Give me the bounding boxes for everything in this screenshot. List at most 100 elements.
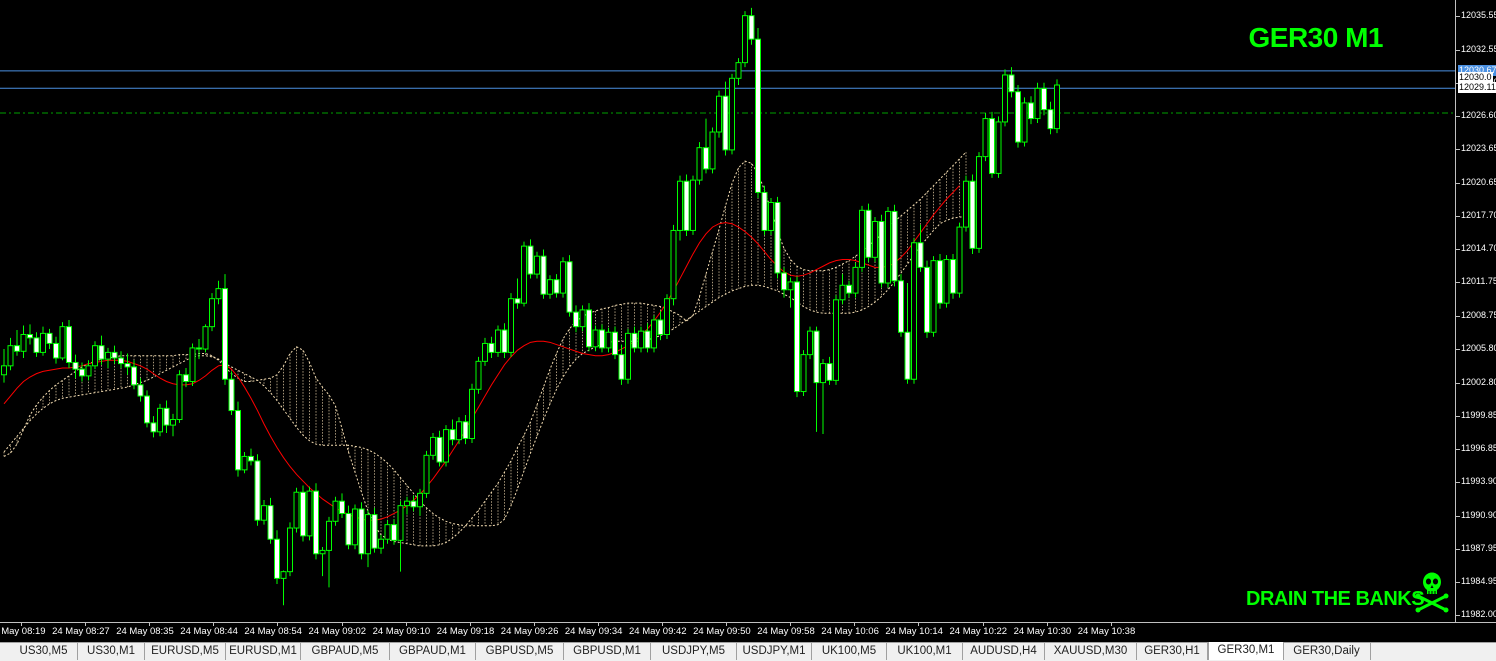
candle-body-bull xyxy=(521,245,527,304)
candle xyxy=(833,295,839,385)
price-tick-label: 12032.55 xyxy=(1461,43,1496,54)
candle-body-bear xyxy=(14,345,20,352)
candle-body-bull xyxy=(690,179,696,231)
chart-tab-us30-m5[interactable]: US30,M5 xyxy=(10,643,78,660)
candle xyxy=(150,416,157,438)
candle xyxy=(1028,96,1034,125)
price-tick-mark xyxy=(1456,316,1460,318)
candle-body-bull xyxy=(105,351,111,360)
candle xyxy=(813,326,820,432)
candle-body-bear xyxy=(586,309,592,348)
chart-tab-gbpaud-m5[interactable]: GBPAUD,M5 xyxy=(301,643,390,660)
chart-tab-uk100-m1[interactable]: UK100,M1 xyxy=(887,643,963,660)
candle-body-bear xyxy=(1008,74,1015,93)
candle-body-bull xyxy=(365,514,371,555)
price-axis[interactable]: 12035.5512032.5512029.6012026.6012023.65… xyxy=(1455,0,1496,622)
candle-body-bull xyxy=(189,347,196,382)
time-tick-label: 24 May 09:34 xyxy=(564,626,623,637)
candle-body-bear xyxy=(501,329,508,353)
candle-body-bear xyxy=(339,500,345,514)
chart-tab-xauusd-m30[interactable]: XAUUSD,M30 xyxy=(1045,643,1137,660)
chart-tab-usdjpy-m5[interactable]: USDJPY,M5 xyxy=(651,643,737,660)
chart-tab-gbpusd-m5[interactable]: GBPUSD,M5 xyxy=(476,643,564,660)
skull-crossbones-icon xyxy=(1415,572,1449,613)
time-axis[interactable]: 24 May 08:19 24 May 08:27 24 May 08:35 24 M… xyxy=(0,622,1496,642)
candle-body-bear xyxy=(118,357,124,365)
candle xyxy=(573,305,579,333)
chart-tab-eurusd-m1[interactable]: EURUSD,M1 xyxy=(226,643,301,660)
candle-body-bear xyxy=(33,337,40,353)
price-tick-mark xyxy=(1456,215,1460,217)
candle-body-bear xyxy=(248,455,254,462)
chart-tab-uk100-m5[interactable]: UK100,M5 xyxy=(812,643,887,660)
candle-body-bull xyxy=(696,147,703,181)
candle-body-bear xyxy=(865,209,872,258)
candle xyxy=(501,323,508,358)
chart-tab-gbpaud-m1[interactable]: GBPAUD,M1 xyxy=(390,643,476,660)
candle xyxy=(46,328,53,350)
candle xyxy=(638,326,644,353)
candle xyxy=(397,501,404,572)
candle xyxy=(930,256,937,337)
candle-body-bear xyxy=(950,259,956,294)
candle-body-bull xyxy=(820,363,826,384)
candle xyxy=(196,338,202,360)
chart-tab-ger30-daily[interactable]: GER30,Daily xyxy=(1283,643,1371,660)
chart-tab-usdjpy-m1[interactable]: USDJPY,M1 xyxy=(737,643,812,660)
candle xyxy=(163,400,170,433)
candle-body-bull xyxy=(1034,87,1041,120)
candle-body-bull xyxy=(157,407,163,433)
candle-body-bear xyxy=(514,298,521,304)
candle xyxy=(540,249,547,299)
candle xyxy=(891,204,898,287)
chart-area[interactable]: GER30 M1 DRAIN THE BANKS xyxy=(0,0,1455,622)
chart-tab-us30-m1[interactable]: US30,M1 xyxy=(78,643,145,660)
candle xyxy=(950,253,956,299)
candle-body-bear xyxy=(1041,87,1047,111)
price-tick-label: 11999.85 xyxy=(1461,409,1496,420)
candle-body-bull xyxy=(85,365,92,377)
candle-body-bear xyxy=(131,366,137,386)
candle xyxy=(222,274,228,385)
candle-body-bear xyxy=(761,191,768,231)
candle xyxy=(98,335,105,365)
candle xyxy=(872,217,878,262)
candle xyxy=(378,534,384,554)
candle xyxy=(924,260,930,338)
chart-tab-ger30-h1[interactable]: GER30,H1 xyxy=(1137,643,1208,660)
candle-body-bull xyxy=(430,436,436,456)
candle xyxy=(820,359,826,435)
candle xyxy=(475,356,482,394)
price-tick-label: 11996.85 xyxy=(1461,443,1496,454)
candle-body-bull xyxy=(40,332,46,353)
price-tick-mark xyxy=(1456,282,1460,284)
candle-body-bear xyxy=(228,378,235,412)
candle-body-bull xyxy=(995,121,1002,174)
candle-body-bear xyxy=(254,460,261,521)
time-tick-label: 24 May 10:06 xyxy=(821,626,879,637)
price-tick-mark xyxy=(1456,249,1460,251)
candle-body-bull xyxy=(625,332,631,380)
candle-body-bull xyxy=(306,490,313,537)
chart-tab-eurusd-m5[interactable]: EURUSD,M5 xyxy=(145,643,226,660)
candle xyxy=(92,341,98,370)
candle xyxy=(995,116,1002,178)
candle-body-bull xyxy=(579,309,586,328)
candle-body-bull xyxy=(716,95,722,133)
candle-body-bull xyxy=(1054,84,1060,130)
candle-body-bull xyxy=(664,298,670,335)
chart-tab-gbpusd-m1[interactable]: GBPUSD,M1 xyxy=(564,643,651,660)
candle-body-bear xyxy=(27,333,33,339)
price-chart[interactable] xyxy=(0,0,1455,622)
candle xyxy=(280,570,287,606)
candle-body-bear xyxy=(644,330,651,349)
time-tick-label: 24 May 08:44 xyxy=(180,626,238,637)
candle xyxy=(235,401,241,477)
candle-body-bull xyxy=(833,299,839,381)
candle xyxy=(469,383,475,444)
chart-tab-ger30-m1[interactable]: GER30,M1 xyxy=(1208,642,1284,660)
candle-body-bear xyxy=(436,436,443,463)
candle-body-bear xyxy=(66,326,72,363)
candle xyxy=(690,175,696,235)
chart-tab-audusd-h4[interactable]: AUDUSD,H4 xyxy=(963,643,1045,660)
